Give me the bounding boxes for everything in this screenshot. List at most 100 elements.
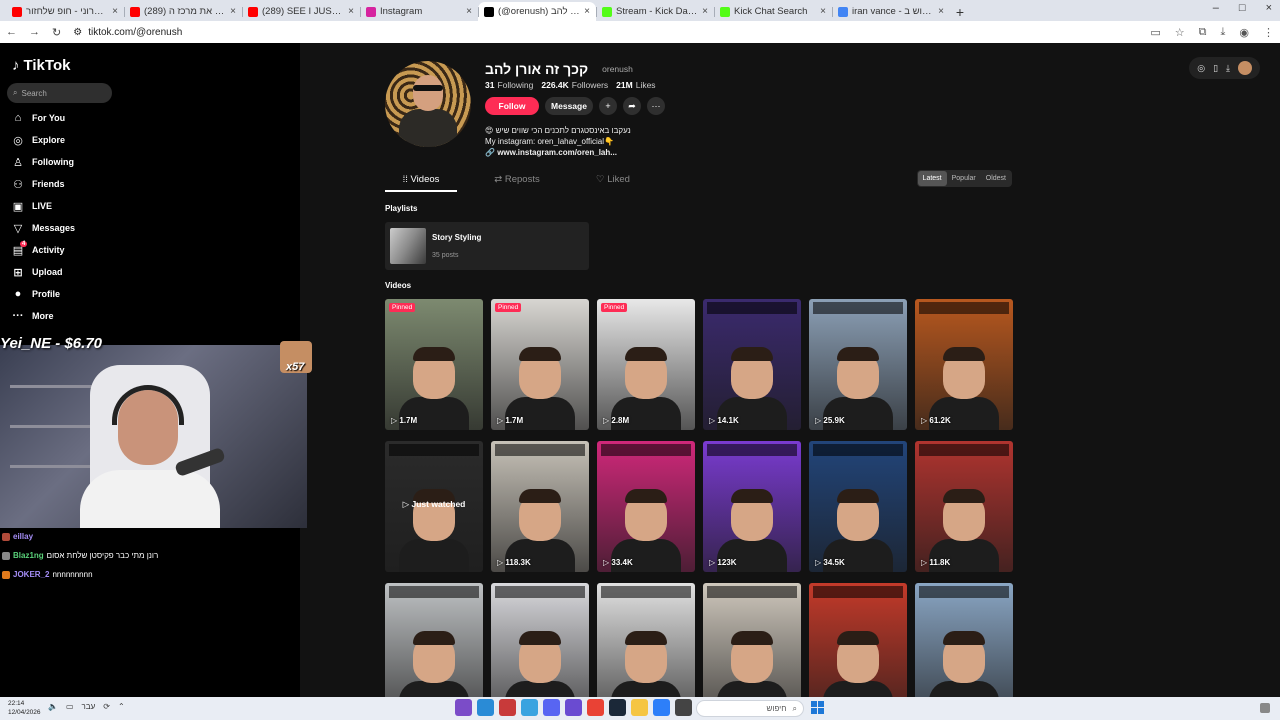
video-thumbnail[interactable]: ▷ 25.9K xyxy=(809,299,907,430)
more-options-icon[interactable]: ··· xyxy=(647,97,665,115)
volume-icon[interactable]: 🔈 xyxy=(48,702,58,711)
close-tab-icon[interactable]: × xyxy=(820,6,826,17)
monitor-icon[interactable]: ▭ xyxy=(66,702,74,711)
sidebar-item-friends[interactable]: ⚇ Friends xyxy=(12,173,75,195)
app-icon[interactable] xyxy=(565,699,582,716)
browser-tab[interactable]: (289) הרבינו את מרכז ה × xyxy=(124,2,242,21)
extensions-icon[interactable]: ⧉ xyxy=(1199,26,1207,39)
browser-tab[interactable]: (289) SEE I JUST KICKED STANI × xyxy=(242,2,360,21)
video-thumbnail[interactable]: Pinned ▷ 1.7M xyxy=(385,299,483,430)
follow-button[interactable]: Follow xyxy=(485,97,539,115)
video-thumbnail[interactable] xyxy=(703,583,801,697)
tab-liked[interactable]: ♡ Liked xyxy=(577,170,649,192)
user-avatar[interactable] xyxy=(1238,61,1252,75)
url-field[interactable]: ⚙ tiktok.com/@orenush xyxy=(73,23,1138,41)
sort-popular[interactable]: Popular xyxy=(947,171,981,186)
message-button[interactable]: Message xyxy=(545,97,593,115)
share-icon[interactable]: ➦ xyxy=(623,97,641,115)
video-thumbnail[interactable] xyxy=(915,583,1013,697)
bookmark-star-icon[interactable]: ☆ xyxy=(1175,26,1185,39)
browser-tab[interactable]: Stream - Kick Dashboard × xyxy=(596,2,714,21)
close-tab-icon[interactable]: × xyxy=(938,6,944,17)
app-icon[interactable] xyxy=(675,699,692,716)
browser-tab[interactable]: Instagram × xyxy=(360,2,478,21)
bio-link-row[interactable]: 🔗 www.instagram.com/oren_lah... xyxy=(485,147,631,158)
forward-icon[interactable]: → xyxy=(29,26,40,38)
maximize-button[interactable]: □ xyxy=(1239,2,1246,14)
download-icon[interactable]: ⤓ xyxy=(1221,26,1226,39)
minimize-button[interactable]: – xyxy=(1213,2,1219,14)
notification-icon[interactable] xyxy=(1260,703,1270,713)
phone-icon[interactable]: ▯ xyxy=(1213,63,1218,74)
sidebar-item-profile[interactable]: ● Profile xyxy=(12,283,75,305)
search-input[interactable]: ⌕ Search xyxy=(7,83,112,103)
video-thumbnail[interactable]: ▷ 61.2K xyxy=(915,299,1013,430)
new-tab-button[interactable]: + xyxy=(950,2,970,21)
sort-latest[interactable]: Latest xyxy=(917,171,947,186)
video-thumbnail[interactable] xyxy=(385,583,483,697)
app-icon[interactable] xyxy=(521,699,538,716)
app-icon[interactable] xyxy=(499,699,516,716)
compass-icon[interactable]: ◎ xyxy=(1197,63,1205,74)
url-text[interactable]: tiktok.com/@orenush xyxy=(88,27,182,38)
browser-tab[interactable]: (@orenush) קכך זה אורן להב× xyxy=(478,2,596,21)
video-thumbnail[interactable]: ▷ 14.1K xyxy=(703,299,801,430)
chrome-icon[interactable] xyxy=(587,699,604,716)
sidebar-item-activity[interactable]: ▤ Activity 4 xyxy=(12,239,75,261)
close-tab-icon[interactable]: × xyxy=(230,6,236,17)
browser-tab[interactable]: iran vance - חיפוש ב-Google× xyxy=(832,2,950,21)
video-thumbnail[interactable]: ▷ 34.5K xyxy=(809,441,907,572)
file-explorer-icon[interactable] xyxy=(631,699,648,716)
taskbar-search[interactable]: חיפוש ⌕ xyxy=(696,700,804,717)
app-icon[interactable] xyxy=(455,699,472,716)
sort-oldest[interactable]: Oldest xyxy=(981,171,1011,186)
steam-icon[interactable] xyxy=(609,699,626,716)
following-stat[interactable]: 31 Following xyxy=(485,80,533,90)
cast-icon[interactable]: ▭ xyxy=(1150,26,1160,39)
download-icon[interactable]: ⤓ xyxy=(1226,63,1230,74)
sidebar-item-messages[interactable]: ▽ Messages xyxy=(12,217,75,239)
close-tab-icon[interactable]: × xyxy=(348,6,354,17)
video-thumbnail[interactable] xyxy=(809,583,907,697)
tab-videos[interactable]: ⁞⁞ Videos xyxy=(385,170,457,192)
discord-icon[interactable] xyxy=(543,699,560,716)
sidebar-item-for-you[interactable]: ⌂ For You xyxy=(12,107,75,129)
tab-reposts[interactable]: ⇄ Reposts xyxy=(481,170,553,192)
language-indicator[interactable]: עבר xyxy=(82,702,96,711)
playlist-card[interactable]: Story Styling 35 posts xyxy=(385,222,589,270)
sidebar-item-upload[interactable]: ⊞ Upload xyxy=(12,261,75,283)
video-thumbnail[interactable]: ▷ 118.3K xyxy=(491,441,589,572)
video-thumbnail[interactable] xyxy=(597,583,695,697)
start-button[interactable] xyxy=(811,701,824,714)
video-thumbnail[interactable] xyxy=(491,583,589,697)
sync-icon[interactable]: ⟳ xyxy=(103,702,110,711)
close-tab-icon[interactable]: × xyxy=(702,6,708,17)
close-window-button[interactable]: × xyxy=(1266,2,1272,14)
tiktok-logo[interactable]: ♪ TikTok xyxy=(12,57,70,74)
add-friend-icon[interactable]: + xyxy=(599,97,617,115)
sidebar-item-live[interactable]: ▣ LIVE xyxy=(12,195,75,217)
taskbar-clock[interactable]: 22:14 12/04/2026 xyxy=(8,699,41,717)
sidebar-item-more[interactable]: ··· More xyxy=(12,305,75,327)
app-icon[interactable] xyxy=(653,699,670,716)
site-info-icon[interactable]: ⚙ xyxy=(73,27,82,38)
followers-stat[interactable]: 226.4K Followers xyxy=(541,80,608,90)
video-thumbnail[interactable]: Pinned ▷ 2.8M xyxy=(597,299,695,430)
video-thumbnail[interactable]: ▷ 123K xyxy=(703,441,801,572)
back-icon[interactable]: ← xyxy=(6,26,17,38)
chevron-up-icon[interactable]: ⌃ xyxy=(118,702,125,711)
profile-icon[interactable]: ◉ xyxy=(1239,26,1249,39)
sidebar-item-explore[interactable]: ◎ Explore xyxy=(12,129,75,151)
close-tab-icon[interactable]: × xyxy=(466,6,472,17)
menu-dots-icon[interactable]: ⋮ xyxy=(1263,26,1274,39)
close-tab-icon[interactable]: × xyxy=(584,6,590,17)
video-thumbnail[interactable]: ▷ 11.8K xyxy=(915,441,1013,572)
profile-avatar[interactable] xyxy=(385,61,471,147)
sidebar-item-following[interactable]: ♙ Following xyxy=(12,151,75,173)
video-thumbnail[interactable]: ▷ 33.4K xyxy=(597,441,695,572)
bio-link[interactable]: www.instagram.com/oren_lah... xyxy=(497,148,617,157)
browser-tab[interactable]: כמיר עפרוני - חופ שלחזור × xyxy=(6,2,124,21)
browser-tab[interactable]: Kick Chat Search × xyxy=(714,2,832,21)
video-thumbnail[interactable]: Pinned ▷ 1.7M xyxy=(491,299,589,430)
app-icon[interactable] xyxy=(477,699,494,716)
